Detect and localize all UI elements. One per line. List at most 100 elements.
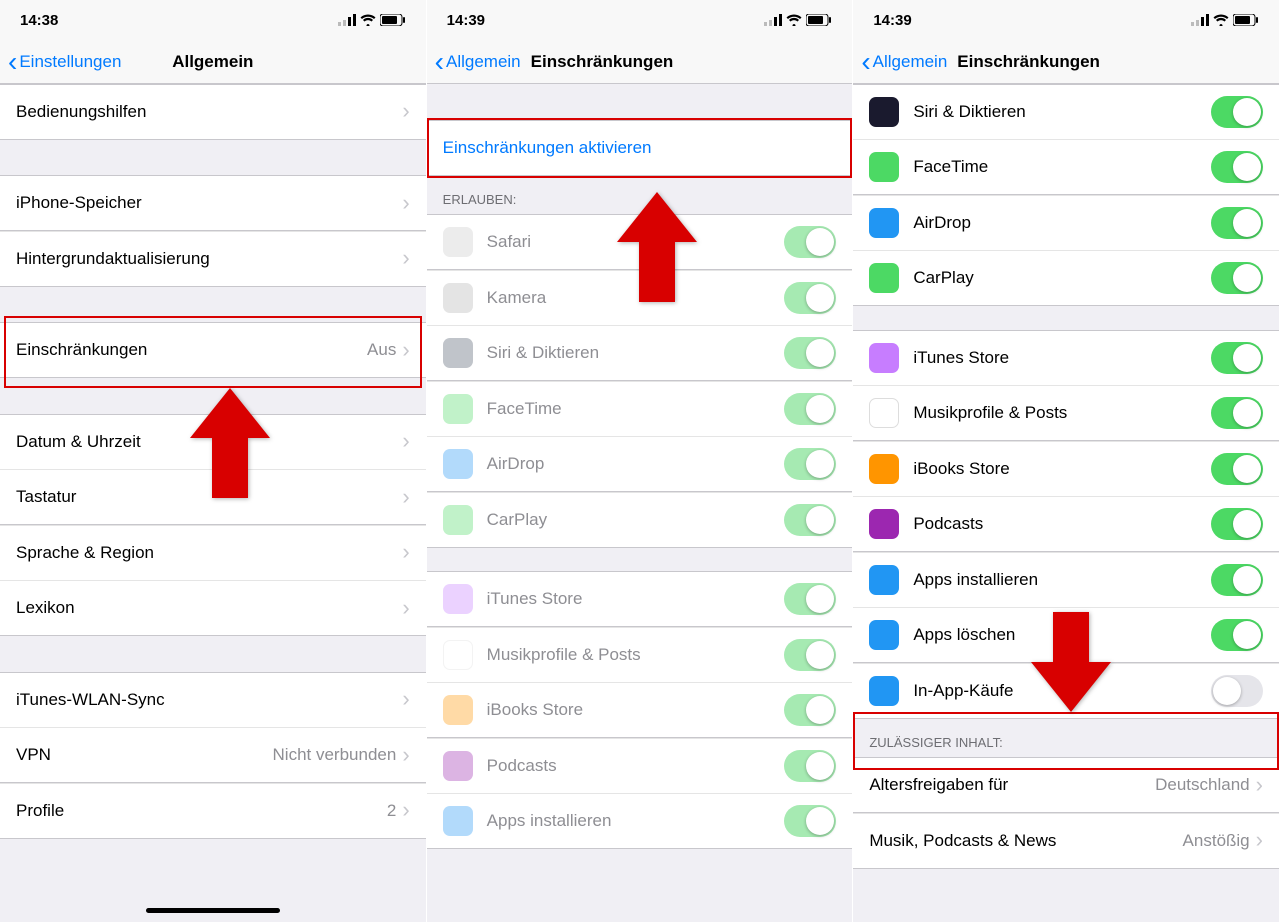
row-label: Safari [487, 232, 785, 252]
row-label: CarPlay [913, 268, 1211, 288]
row-podcasts[interactable]: Podcasts [853, 496, 1279, 552]
row-ratings-region[interactable]: Altersfreigaben für Deutschland [853, 757, 1279, 813]
toggle-switch[interactable] [1211, 675, 1263, 707]
row-siri-diktieren[interactable]: Siri & Diktieren [427, 325, 853, 381]
row-music-podcasts-news[interactable]: Musik, Podcasts & News Anstößig [853, 813, 1279, 869]
row-label: iTunes Store [913, 348, 1211, 368]
back-button[interactable]: Allgemein [861, 48, 947, 76]
row-itunes-wlan-sync[interactable]: iTunes-WLAN-Sync [0, 672, 426, 728]
enable-restrictions-button[interactable]: Einschränkungen aktivieren [427, 120, 853, 176]
row-airdrop[interactable]: AirDrop [853, 195, 1279, 251]
row-keyboard[interactable]: Tastatur [0, 469, 426, 525]
section-header-allow: ERLAUBEN: [427, 176, 853, 215]
row-siri-diktieren[interactable]: Siri & Diktieren [853, 84, 1279, 140]
app-icon [443, 806, 473, 836]
chevron-right-icon [402, 247, 409, 270]
back-label: Allgemein [446, 52, 521, 72]
status-bar: 14:39 [853, 0, 1279, 40]
chevron-right-icon [402, 799, 409, 822]
home-indicator[interactable] [0, 908, 426, 922]
row-label: iBooks Store [913, 459, 1211, 479]
chevron-right-icon [1256, 829, 1263, 852]
row-label: Apps installieren [913, 570, 1211, 590]
row-musikprofile-posts[interactable]: Musikprofile & Posts [427, 627, 853, 683]
row-musikprofile-posts[interactable]: Musikprofile & Posts [853, 385, 1279, 441]
battery-icon [806, 14, 832, 26]
toggle-switch [784, 639, 836, 671]
toggle-switch[interactable] [1211, 508, 1263, 540]
row-apps-installieren[interactable]: Apps installieren [853, 552, 1279, 608]
row-background-refresh[interactable]: Hintergrundaktualisierung [0, 231, 426, 287]
chevron-right-icon [402, 541, 409, 564]
row-carplay[interactable]: CarPlay [853, 250, 1279, 306]
toggle-switch[interactable] [1211, 397, 1263, 429]
row-label: Bedienungshilfen [16, 102, 402, 122]
settings-list[interactable]: Einschränkungen aktivieren ERLAUBEN: Saf… [427, 84, 853, 922]
toggle-switch[interactable] [1211, 453, 1263, 485]
row-label: Altersfreigaben für [869, 775, 1155, 795]
row-dictionary[interactable]: Lexikon [0, 580, 426, 636]
row-facetime[interactable]: FaceTime [853, 139, 1279, 195]
row-itunes-store[interactable]: iTunes Store [853, 330, 1279, 386]
toggle-switch [784, 583, 836, 615]
row-label: FaceTime [487, 399, 785, 419]
row-language-region[interactable]: Sprache & Region [0, 525, 426, 581]
row-ibooks-store[interactable]: iBooks Store [853, 441, 1279, 497]
toggle-switch[interactable] [1211, 564, 1263, 596]
row-label: FaceTime [913, 157, 1211, 177]
row-itunes-store[interactable]: iTunes Store [427, 571, 853, 627]
row-in-app-k-ufe[interactable]: In-App-Käufe [853, 663, 1279, 719]
row-label: iBooks Store [487, 700, 785, 720]
back-button[interactable]: Einstellungen [8, 48, 121, 76]
settings-list[interactable]: Siri & Diktieren FaceTime AirDrop CarPlay i… [853, 84, 1279, 922]
settings-list[interactable]: Bedienungshilfen iPhone-Speicher Hinterg… [0, 84, 426, 922]
row-apps-l-schen[interactable]: Apps löschen [853, 607, 1279, 663]
chevron-right-icon [402, 688, 409, 711]
toggle-switch[interactable] [1211, 342, 1263, 374]
row-vpn[interactable]: VPN Nicht verbunden [0, 727, 426, 783]
row-apps-installieren[interactable]: Apps installieren [427, 793, 853, 849]
app-icon [869, 97, 899, 127]
row-kamera[interactable]: Kamera [427, 270, 853, 326]
row-safari[interactable]: Safari [427, 214, 853, 270]
row-ibooks-store[interactable]: iBooks Store [427, 682, 853, 738]
row-label: In-App-Käufe [913, 681, 1211, 701]
back-label: Allgemein [873, 52, 948, 72]
toggle-switch [784, 226, 836, 258]
back-button[interactable]: Allgemein [435, 48, 521, 76]
toggle-switch[interactable] [1211, 262, 1263, 294]
panel-restrictions-enabled: 14:39 Allgemein Einschränkungen Siri & D… [853, 0, 1280, 922]
toggle-switch [784, 448, 836, 480]
nav-bar: Allgemein Einschränkungen [853, 40, 1279, 84]
row-profiles[interactable]: Profile 2 [0, 783, 426, 839]
row-label: Einschränkungen aktivieren [443, 138, 837, 158]
toggle-switch[interactable] [1211, 96, 1263, 128]
row-date-time[interactable]: Datum & Uhrzeit [0, 414, 426, 470]
row-accessibility[interactable]: Bedienungshilfen [0, 84, 426, 140]
nav-title: Einschränkungen [531, 52, 674, 72]
row-label: Tastatur [16, 487, 402, 507]
app-icon [869, 343, 899, 373]
toggle-switch[interactable] [1211, 619, 1263, 651]
row-restrictions[interactable]: Einschränkungen Aus [0, 322, 426, 378]
toggle-switch[interactable] [1211, 151, 1263, 183]
app-icon [869, 398, 899, 428]
app-icon [869, 620, 899, 650]
row-label: Hintergrundaktualisierung [16, 249, 402, 269]
toggle-switch [784, 282, 836, 314]
row-label: iTunes Store [487, 589, 785, 609]
row-label: Musik, Podcasts & News [869, 831, 1182, 851]
wifi-icon [1213, 14, 1229, 26]
toggle-switch[interactable] [1211, 207, 1263, 239]
app-icon [443, 338, 473, 368]
row-label: Sprache & Region [16, 543, 402, 563]
signal-icon [764, 14, 782, 26]
nav-bar: Allgemein Einschränkungen [427, 40, 853, 84]
row-airdrop[interactable]: AirDrop [427, 436, 853, 492]
row-label: Musikprofile & Posts [913, 403, 1211, 423]
chevron-right-icon [402, 744, 409, 767]
row-iphone-storage[interactable]: iPhone-Speicher [0, 175, 426, 231]
row-facetime[interactable]: FaceTime [427, 381, 853, 437]
row-podcasts[interactable]: Podcasts [427, 738, 853, 794]
row-carplay[interactable]: CarPlay [427, 492, 853, 548]
